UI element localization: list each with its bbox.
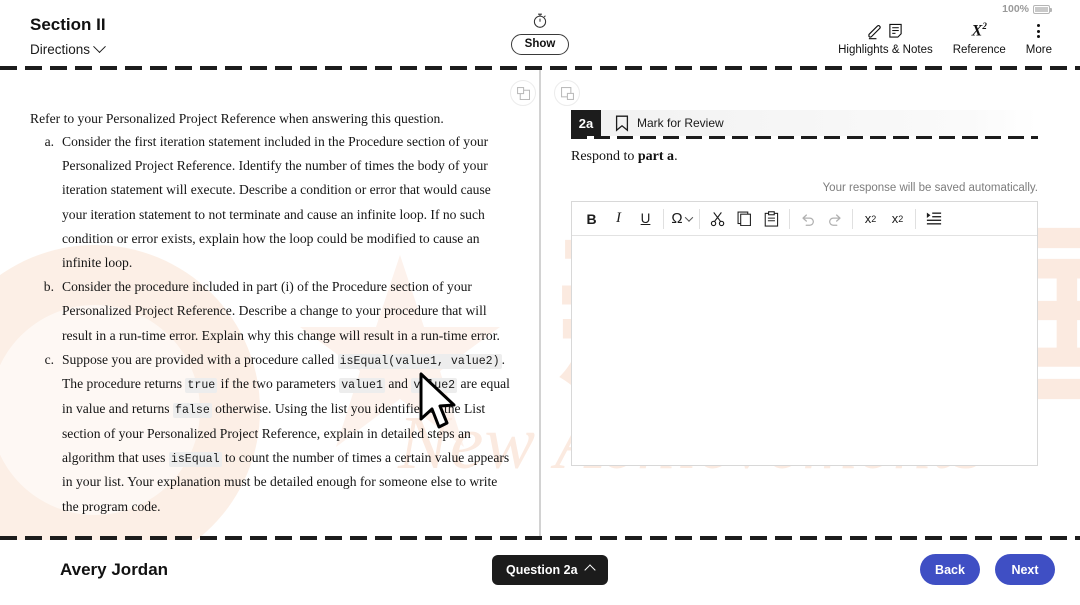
back-button[interactable]: Back <box>920 554 980 585</box>
reference-button[interactable]: X2 Reference <box>943 20 1016 56</box>
highlights-notes-label: Highlights & Notes <box>838 44 933 56</box>
highlighter-icon <box>868 24 882 39</box>
question-pane: Refer to your Personalized Project Refer… <box>0 70 537 536</box>
italic-button[interactable]: I <box>605 205 632 233</box>
paste-icon <box>764 210 779 227</box>
response-textarea[interactable] <box>572 236 1037 466</box>
paste-button[interactable] <box>758 205 785 233</box>
stopwatch-icon <box>533 13 547 28</box>
battery-status: 100% <box>1002 3 1052 15</box>
inline-code: true <box>185 378 218 394</box>
question-part: c. Suppose you are provided with a proced… <box>40 348 510 519</box>
toolbar-separator <box>663 208 664 229</box>
chevron-down-icon <box>684 212 693 222</box>
note-icon <box>889 23 903 38</box>
respond-prefix: Respond to <box>571 149 638 164</box>
autosave-note: Your response will be saved automaticall… <box>822 182 1038 194</box>
text-run: Consider the first iteration statement i… <box>62 134 491 270</box>
question-parts-list: a. Consider the first iteration statement… <box>40 130 510 519</box>
question-part-marker: b. <box>43 279 54 295</box>
underline-button[interactable]: U <box>632 205 659 233</box>
question-part-text: Consider the first iteration statement i… <box>62 130 510 275</box>
respond-prompt: Respond to part a. <box>571 149 678 165</box>
undo-button[interactable] <box>794 205 821 233</box>
more-button[interactable]: More <box>1016 20 1062 56</box>
bold-button[interactable]: B <box>578 205 605 233</box>
question-part-marker: a. <box>44 134 54 149</box>
question-bar-divider <box>571 136 1038 139</box>
toolbar-separator <box>789 208 790 229</box>
question-part-text: Suppose you are provided with a procedur… <box>62 348 510 519</box>
indent-button[interactable] <box>920 205 947 233</box>
panel-divider <box>539 70 541 536</box>
question-part-marker: c. <box>44 351 54 367</box>
question-intro: Refer to your Personalized Project Refer… <box>30 111 444 126</box>
question-part-text: Consider the procedure included in part … <box>62 275 510 348</box>
chevron-up-icon <box>583 564 596 576</box>
question-navigator-button[interactable]: Question 2a <box>492 555 608 585</box>
expand-left-panel-icon <box>516 86 530 100</box>
copy-icon <box>737 211 751 226</box>
bookmark-icon <box>615 115 629 132</box>
inline-code: value1 <box>339 378 385 394</box>
top-toolbar: Section II Directions Show 100% Highligh… <box>0 0 1080 68</box>
undo-icon <box>801 213 814 226</box>
scissors-icon <box>710 211 724 226</box>
copy-button[interactable] <box>731 205 758 233</box>
test-app-window: 新橙国际 New Achievements Section II Directi… <box>0 0 1080 605</box>
navigation-buttons: Back Next <box>920 554 1055 585</box>
next-button[interactable]: Next <box>995 554 1055 585</box>
show-timer-button[interactable]: Show <box>510 34 570 55</box>
superscript-button[interactable]: x2 <box>857 205 884 233</box>
student-name: Avery Jordan <box>60 560 169 579</box>
mark-for-review-label: Mark for Review <box>637 116 724 130</box>
text-run: Suppose you are provided with a procedur… <box>62 351 338 367</box>
question-number-badge: 2a <box>571 110 601 136</box>
reference-label: Reference <box>952 44 1006 56</box>
inline-code: value2 <box>411 378 458 394</box>
redo-icon <box>828 213 841 226</box>
more-label: More <box>1025 44 1052 56</box>
respond-part-label: part a <box>637 149 675 164</box>
respond-suffix: . <box>674 149 678 164</box>
text-run: Consider the procedure included in part … <box>62 279 500 343</box>
text-run: and <box>384 376 412 392</box>
mark-for-review-toggle[interactable]: Mark for Review <box>615 115 724 132</box>
expand-left-panel-button[interactable] <box>510 80 536 106</box>
text-run: if the two parameters <box>217 376 340 392</box>
inline-code: false <box>172 402 212 418</box>
question-status-bar: 2a Mark for Review <box>571 110 1038 136</box>
battery-percent-label: 100% <box>1002 3 1029 15</box>
inline-code: isEqual(value1, value2) <box>337 353 502 369</box>
highlights-notes-button[interactable]: Highlights & Notes <box>828 20 943 56</box>
toolbar-separator <box>852 208 853 229</box>
redo-button[interactable] <box>821 205 848 233</box>
expand-right-panel-icon <box>560 86 574 100</box>
question-part: b. Consider the procedure included in par… <box>40 275 510 348</box>
inline-code: isEqual <box>168 451 222 467</box>
x-squared-icon: X2 <box>971 21 987 40</box>
editor-toolbar: B I U Ω x 2 x 2 <box>572 202 1037 236</box>
header-tools: Highlights & Notes X2 Reference More <box>828 20 1062 56</box>
question-part: a. Consider the first iteration statement… <box>40 130 510 275</box>
toolbar-separator <box>915 208 916 229</box>
answer-pane: 2a Mark for Review Respond to part a. Yo… <box>541 70 1080 536</box>
question-navigator-label: Question 2a <box>506 563 578 577</box>
expand-right-panel-button[interactable] <box>554 80 580 106</box>
indent-icon <box>926 212 941 225</box>
response-editor: B I U Ω x 2 x 2 <box>571 201 1038 466</box>
cut-button[interactable] <box>704 205 731 233</box>
subscript-button[interactable]: x2 <box>884 205 911 233</box>
toolbar-separator <box>699 208 700 229</box>
panel-resize-controls <box>510 80 580 106</box>
kebab-menu-icon <box>1037 24 1041 38</box>
special-character-button[interactable]: Ω <box>668 205 695 233</box>
battery-full-icon <box>1033 4 1052 14</box>
